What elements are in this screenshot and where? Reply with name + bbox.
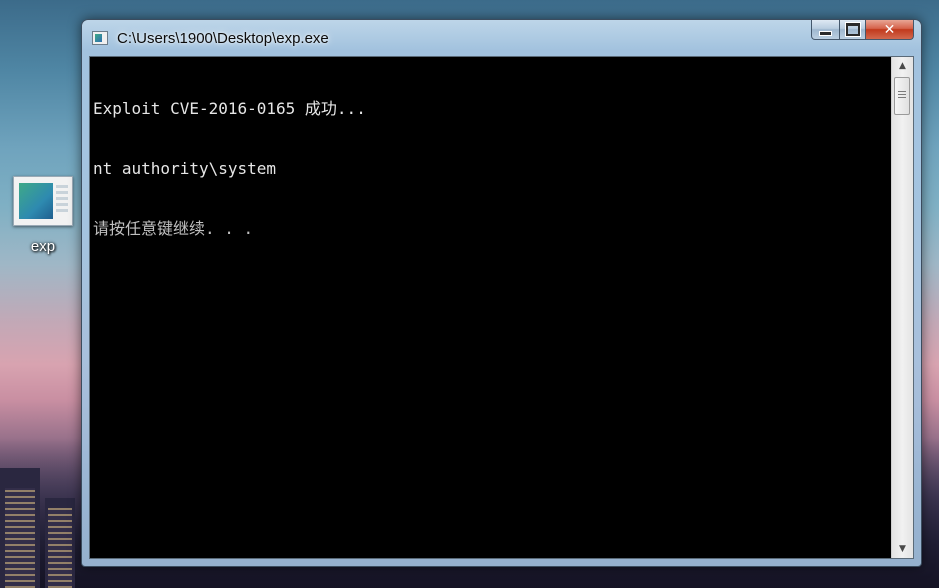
console-window-icon[interactable] bbox=[92, 31, 108, 45]
console-app-icon bbox=[13, 176, 73, 226]
scroll-up-icon[interactable]: ▲ bbox=[892, 57, 913, 75]
caption-buttons: ✕ bbox=[811, 20, 914, 42]
console-output: Exploit CVE-2016-0165 成功... nt authority… bbox=[93, 59, 889, 554]
desktop-icon-exp[interactable]: exp bbox=[10, 176, 76, 256]
grip-icon bbox=[898, 91, 906, 100]
maximize-button[interactable] bbox=[840, 20, 866, 40]
window-title: C:\Users\1900\Desktop\exp.exe bbox=[117, 30, 329, 47]
vertical-scrollbar[interactable]: ▲ ▼ bbox=[891, 57, 913, 558]
close-button[interactable]: ✕ bbox=[866, 20, 914, 40]
desktop-icon-label: exp bbox=[30, 238, 56, 255]
wallpaper-lights bbox=[48, 508, 72, 588]
close-icon: ✕ bbox=[883, 21, 896, 38]
console-line: Exploit CVE-2016-0165 成功... bbox=[93, 99, 366, 118]
window-titlebar[interactable]: C:\Users\1900\Desktop\exp.exe ✕ bbox=[82, 20, 921, 56]
minimize-icon bbox=[819, 30, 832, 36]
maximize-icon bbox=[845, 23, 860, 36]
console-line: nt authority\system bbox=[93, 159, 277, 178]
scroll-down-icon[interactable]: ▼ bbox=[892, 540, 913, 558]
console-line: 请按任意键继续. . . bbox=[93, 219, 254, 238]
wallpaper-lights bbox=[5, 488, 35, 588]
console-window[interactable]: C:\Users\1900\Desktop\exp.exe ✕ Exploit … bbox=[81, 19, 922, 567]
scrollbar-thumb[interactable] bbox=[894, 77, 910, 115]
console-client-area[interactable]: Exploit CVE-2016-0165 成功... nt authority… bbox=[89, 56, 914, 559]
minimize-button[interactable] bbox=[811, 20, 840, 40]
